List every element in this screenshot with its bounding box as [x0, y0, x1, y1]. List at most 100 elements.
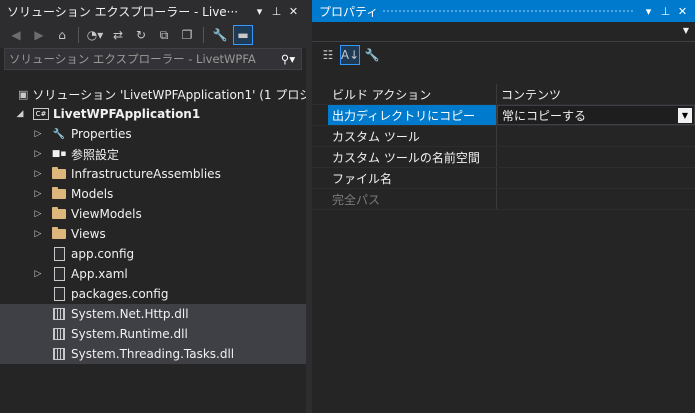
- tree-item[interactable]: app.config: [0, 244, 306, 264]
- titlebar-grip: [382, 8, 634, 14]
- solution-tree: ▣ ソリューション 'LivetWPFApplication1' (1 プロジ ◢ C…: [0, 84, 306, 364]
- refresh-icon[interactable]: ↻: [131, 25, 151, 45]
- window-position-dropdown-icon[interactable]: ▾: [640, 5, 657, 18]
- xaml-file-icon: [51, 266, 67, 282]
- property-value-text: 常にコピーする: [502, 108, 587, 123]
- close-icon[interactable]: ✕: [285, 5, 302, 18]
- collapsed-arrow-icon[interactable]: ▷: [33, 169, 43, 179]
- combo-dropdown-icon[interactable]: ▼: [678, 108, 692, 123]
- tree-item-label: LivetWPFApplication1: [53, 107, 201, 121]
- tree-item-label: System.Net.Http.dll: [71, 307, 189, 321]
- collapsed-arrow-icon[interactable]: ▷: [33, 189, 43, 199]
- categorized-icon[interactable]: ☷: [318, 45, 338, 65]
- properties-titlebar[interactable]: プロパティ ▾ ⊥ ✕: [312, 0, 695, 22]
- search-input[interactable]: ソリューション エクスプローラー - LivetWPFA: [9, 51, 275, 67]
- property-row[interactable]: ビルド アクション コンテンツ: [312, 84, 695, 105]
- object-selector-dropdown[interactable]: ▼: [312, 22, 695, 42]
- tree-item[interactable]: ▷ Models: [0, 184, 306, 204]
- property-name[interactable]: ファイル名: [312, 168, 497, 188]
- window-position-dropdown-icon[interactable]: ▾: [251, 5, 268, 18]
- properties-wrench-icon[interactable]: 🔧: [210, 25, 230, 45]
- solution-explorer-pane: ソリューション エクスプローラー - Live··· ▾ ⊥ ✕ ◀ ▶ ⌂ ◔…: [0, 0, 306, 413]
- collapsed-arrow-icon[interactable]: ▷: [33, 129, 43, 139]
- property-value[interactable]: [497, 168, 695, 188]
- solution-explorer-title: ソリューション エクスプローラー - Live···: [7, 4, 239, 19]
- dll-icon: [51, 346, 67, 362]
- pin-icon[interactable]: ⊥: [268, 5, 285, 18]
- collapsed-arrow-icon[interactable]: ▷: [33, 209, 43, 219]
- home-icon[interactable]: ⌂: [52, 25, 72, 45]
- chevron-down-icon[interactable]: ▼: [683, 26, 689, 35]
- folder-icon: [51, 186, 67, 202]
- tree-item[interactable]: System.Runtime.dll: [0, 324, 306, 344]
- property-row[interactable]: ファイル名: [312, 168, 695, 189]
- config-file-icon: [51, 286, 67, 302]
- property-grid: ビルド アクション コンテンツ 出力ディレクトリにコピー 常にコピーする ▼ カスタム ツ…: [312, 84, 695, 210]
- sync-with-active-document-icon[interactable]: ⇄: [108, 25, 128, 45]
- toolbar-separator: [78, 27, 79, 43]
- tree-item-label: Properties: [71, 127, 132, 141]
- property-row[interactable]: 完全パス: [312, 189, 695, 210]
- solution-explorer-titlebar[interactable]: ソリューション エクスプローラー - Live··· ▾ ⊥ ✕: [0, 0, 306, 22]
- collapsed-arrow-icon[interactable]: ▷: [33, 269, 43, 279]
- property-row[interactable]: カスタム ツール: [312, 126, 695, 147]
- property-value[interactable]: コンテンツ: [497, 84, 695, 104]
- toolbar-separator: [203, 27, 204, 43]
- properties-pane: プロパティ ▾ ⊥ ✕ ▼ ☷ A↓ 🔧 ビルド アクション コンテンツ 出力ディレ…: [312, 0, 695, 413]
- close-icon[interactable]: ✕: [674, 5, 691, 18]
- tree-item-label: ソリューション 'LivetWPFApplication1' (1 プロジ: [32, 87, 306, 102]
- tree-item[interactable]: System.Net.Http.dll: [0, 304, 306, 324]
- preview-selected-items-icon[interactable]: ▬: [233, 25, 253, 45]
- property-row[interactable]: カスタム ツールの名前空間: [312, 147, 695, 168]
- tree-item-label: System.Runtime.dll: [71, 327, 188, 341]
- tree-item-label: Models: [71, 187, 114, 201]
- back-icon[interactable]: ◀: [6, 25, 26, 45]
- tree-item[interactable]: ▷ Views: [0, 224, 306, 244]
- property-value-text: コンテンツ: [501, 87, 562, 102]
- property-value[interactable]: [497, 147, 695, 167]
- property-name[interactable]: カスタム ツールの名前空間: [312, 147, 497, 167]
- property-value[interactable]: 常にコピーする ▼: [497, 105, 695, 125]
- tree-item-label: InfrastructureAssemblies: [71, 167, 221, 181]
- pending-changes-filter-icon[interactable]: ◔▾: [85, 25, 105, 45]
- property-value[interactable]: [497, 189, 695, 209]
- folder-icon: [51, 206, 67, 222]
- forward-icon[interactable]: ▶: [29, 25, 49, 45]
- show-all-files-icon[interactable]: ❐: [177, 25, 197, 45]
- tree-item-label: App.xaml: [71, 267, 128, 281]
- search-icon[interactable]: ⚲▾: [275, 52, 301, 66]
- tree-item[interactable]: ▷ App.xaml: [0, 264, 306, 284]
- property-row[interactable]: 出力ディレクトリにコピー 常にコピーする ▼: [312, 105, 695, 126]
- csharp-project-icon: C#: [33, 106, 49, 122]
- tree-item[interactable]: ▷ 🔧 Properties: [0, 124, 306, 144]
- alphabetical-icon[interactable]: A↓: [340, 45, 360, 65]
- property-name[interactable]: 完全パス: [312, 189, 497, 209]
- folder-icon: [51, 166, 67, 182]
- solution-explorer-toolbar: ◀ ▶ ⌂ ◔▾ ⇄ ↻ ⧉ ❐ 🔧 ▬: [0, 22, 306, 48]
- references-icon: ■▪: [51, 149, 67, 159]
- tree-item[interactable]: ◢ C# LivetWPFApplication1: [0, 104, 306, 124]
- tree-item[interactable]: System.Threading.Tasks.dll: [0, 344, 306, 364]
- collapse-all-icon[interactable]: ⧉: [154, 25, 174, 45]
- tree-item-label: app.config: [71, 247, 135, 261]
- solution-explorer-search[interactable]: ソリューション エクスプローラー - LivetWPFA ⚲▾: [4, 48, 302, 70]
- property-pages-wrench-icon[interactable]: 🔧: [362, 45, 382, 65]
- collapsed-arrow-icon[interactable]: ▷: [33, 149, 43, 159]
- property-value[interactable]: [497, 126, 695, 146]
- tree-item-label: System.Threading.Tasks.dll: [71, 347, 235, 361]
- collapsed-arrow-icon[interactable]: ▷: [33, 229, 43, 239]
- expanded-arrow-icon[interactable]: ◢: [15, 109, 25, 119]
- tree-item[interactable]: ▷ InfrastructureAssemblies: [0, 164, 306, 184]
- property-name[interactable]: カスタム ツール: [312, 126, 497, 146]
- tree-item[interactable]: ▣ ソリューション 'LivetWPFApplication1' (1 プロジ: [0, 84, 306, 104]
- solution-icon: ▣: [18, 87, 29, 101]
- property-name[interactable]: ビルド アクション: [312, 84, 497, 104]
- tree-item[interactable]: ▷ ViewModels: [0, 204, 306, 224]
- pin-icon[interactable]: ⊥: [657, 5, 674, 18]
- tree-item[interactable]: packages.config: [0, 284, 306, 304]
- tree-item[interactable]: ▷ ■▪ 参照設定: [0, 144, 306, 164]
- dll-icon: [51, 306, 67, 322]
- properties-title: プロパティ: [319, 4, 379, 19]
- tree-item-label: ViewModels: [71, 207, 142, 221]
- property-name[interactable]: 出力ディレクトリにコピー: [328, 105, 497, 125]
